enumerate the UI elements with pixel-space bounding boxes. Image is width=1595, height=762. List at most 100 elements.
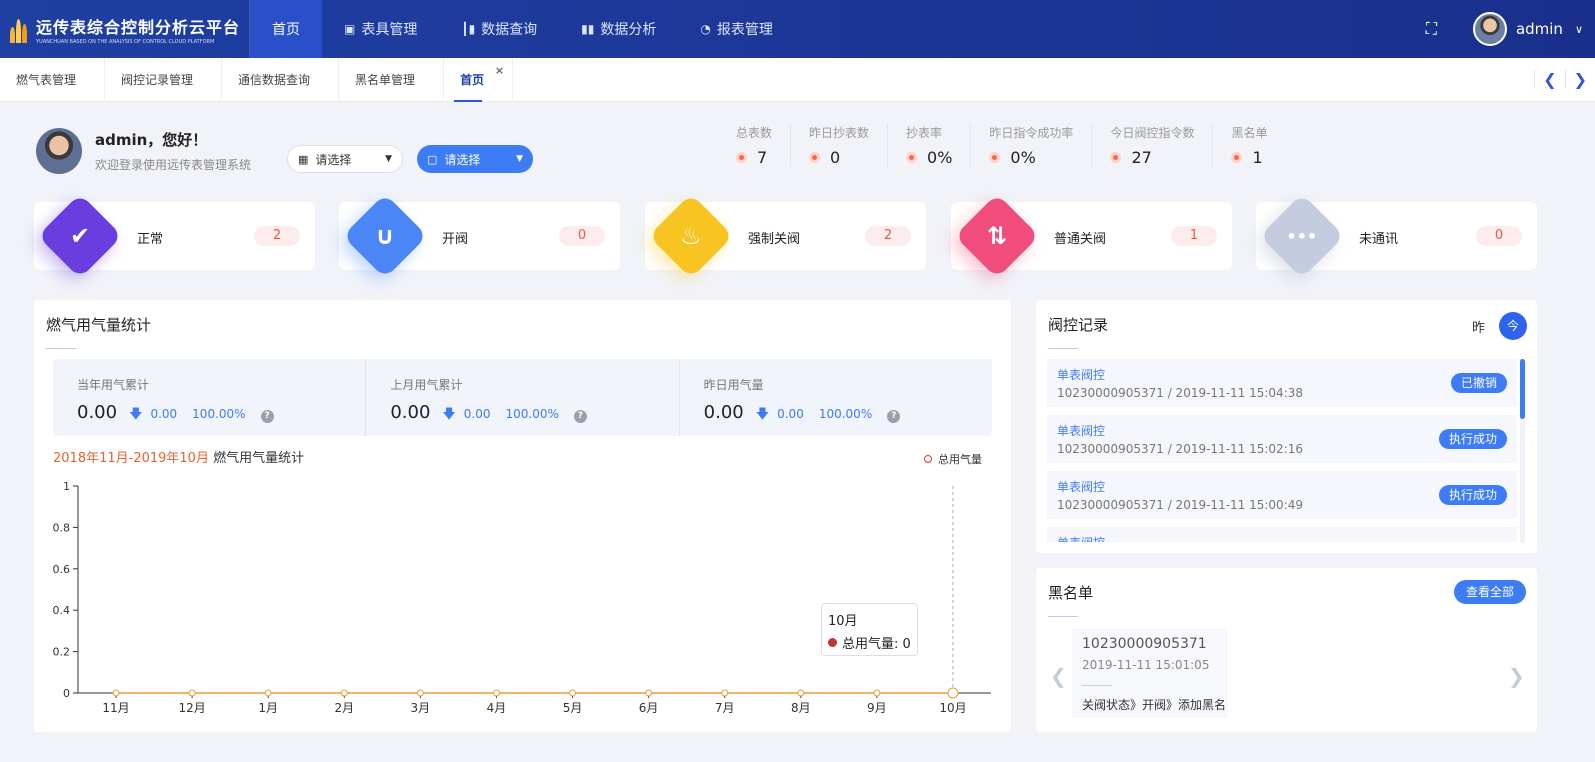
view-all-button[interactable]: 查看全部 bbox=[1453, 580, 1526, 604]
top-navbar: 远传表综合控制分析云平台 YUANCHUAN BASED ON THE ANAL… bbox=[0, 0, 1595, 58]
data-point bbox=[188, 689, 196, 697]
tab-communication-query[interactable]: 通信数据查询 bbox=[222, 57, 340, 102]
status-card-label: 正常 bbox=[137, 232, 164, 247]
status-dot-icon bbox=[736, 152, 747, 163]
logo: 远传表综合控制分析云平台 YUANCHUAN BASED ON THE ANAL… bbox=[0, 0, 250, 58]
tab-home[interactable]: 首页 × bbox=[444, 57, 514, 102]
status-dot-icon bbox=[1231, 152, 1243, 163]
welcome-block: admin，您好！ 欢迎登录使用远传表管理系统 bbox=[36, 128, 251, 174]
record-name[interactable]: 单表阀控 bbox=[1057, 534, 1507, 542]
legend-label: 总用气量 bbox=[938, 453, 982, 466]
logo-title: 远传表综合控制分析云平台 bbox=[36, 17, 241, 37]
list-item[interactable]: 单表阀控 10230000905371 / 2019-11-11 15:04:3… bbox=[1047, 359, 1517, 407]
close-icon[interactable]: × bbox=[495, 64, 504, 77]
x-tick-label: 7月 bbox=[715, 701, 735, 715]
data-point bbox=[873, 689, 881, 697]
scrollbar[interactable] bbox=[1520, 359, 1525, 543]
status-card-normal[interactable]: ✔ 正常 2 bbox=[34, 193, 315, 279]
summary-label: 昨日用气量 bbox=[703, 378, 764, 392]
help-icon[interactable]: ? bbox=[887, 410, 901, 423]
chevron-left-icon[interactable]: ❮ bbox=[1050, 664, 1067, 688]
tooltip-month: 10月 bbox=[828, 614, 858, 629]
y-tick-label: 0 bbox=[63, 687, 70, 700]
summary-label: 当年用气累计 bbox=[77, 378, 150, 392]
x-tick-label: 8月 bbox=[791, 701, 811, 715]
chart-legend[interactable]: 总用气量 bbox=[924, 451, 982, 467]
stat-yesterday-reads: 昨日抄表数 0 bbox=[791, 124, 889, 167]
stat-value: 0 bbox=[830, 148, 841, 167]
help-icon[interactable]: ? bbox=[573, 410, 587, 423]
divider bbox=[1082, 685, 1112, 686]
open-tabs-bar: 燃气表管理 阀控记录管理 通信数据查询 黑名单管理 首页 × ❮ ❯ bbox=[0, 57, 1595, 102]
magnet-icon: ∪ bbox=[342, 193, 428, 279]
tab-label: 阀控记录管理 bbox=[121, 73, 194, 87]
tab-gas-meter-management[interactable]: 燃气表管理 bbox=[0, 57, 106, 102]
nav-meter-management[interactable]: ▣ 表具管理 bbox=[322, 0, 439, 58]
chevron-right-icon[interactable]: ❯ bbox=[1564, 70, 1595, 89]
legend-marker-icon bbox=[924, 455, 932, 463]
today-button[interactable]: 今 bbox=[1499, 312, 1527, 340]
stats-row: 总表数 7 昨日抄表数 0 抄表率 0% 昨日指令成功率 0% 今日阀控指令数 … bbox=[718, 124, 1285, 167]
status-card-label: 未通讯 bbox=[1359, 232, 1399, 247]
x-tick-label: 5月 bbox=[563, 701, 583, 715]
chevron-right-icon[interactable]: ❯ bbox=[1508, 664, 1525, 688]
gas-summary-last-month: 上月用气累计 0.00 🡇 0.00 100.00% ? bbox=[366, 359, 680, 436]
panel-title: 燃气用气量统计 bbox=[46, 316, 152, 349]
status-card-no-communication[interactable]: ••• 未通讯 0 bbox=[1256, 193, 1537, 279]
status-card-open[interactable]: ∪ 开阀 0 bbox=[339, 193, 620, 279]
stat-label: 昨日指令成功率 bbox=[989, 126, 1074, 140]
company-select[interactable]: ▦ 请选择 ▼ bbox=[287, 145, 403, 173]
chevron-left-icon[interactable]: ❮ bbox=[1534, 70, 1564, 89]
list-item[interactable]: 单表阀控 10230000905371 / 2019-11-11 15:00:4… bbox=[1047, 471, 1517, 519]
tab-blacklist-management[interactable]: 黑名单管理 bbox=[339, 57, 445, 102]
x-tick-label: 1月 bbox=[258, 701, 278, 715]
summary-value: 0.00 bbox=[703, 402, 744, 423]
avatar bbox=[36, 128, 82, 174]
list-item[interactable]: 单表阀控 10230000905371 / 2019-11-11 15:02:1… bbox=[1047, 415, 1517, 463]
arrow-down-icon: 🡇 bbox=[442, 407, 456, 422]
caret-down-icon: ▼ bbox=[385, 154, 392, 164]
summary-value: 0.00 bbox=[77, 402, 118, 423]
list-item[interactable]: 单表阀控 bbox=[1047, 527, 1517, 542]
x-tick-label: 9月 bbox=[867, 701, 887, 715]
summary-change: 0.00 bbox=[463, 407, 491, 421]
status-card-label: 强制关阀 bbox=[748, 232, 801, 247]
stat-read-rate: 抄表率 0% bbox=[888, 124, 972, 167]
data-point bbox=[264, 689, 272, 697]
scrollbar-thumb[interactable] bbox=[1520, 359, 1525, 419]
area-select[interactable]: ▢ 请选择 ▼ bbox=[417, 145, 533, 173]
chevron-down-icon[interactable]: ∨ bbox=[1575, 23, 1583, 36]
bar-chart-icon: ▮▮ bbox=[581, 22, 595, 36]
status-card-label: 开阀 bbox=[442, 232, 469, 247]
status-card-forced-close[interactable]: ♨ 强制关阀 2 bbox=[645, 193, 926, 279]
caret-down-icon: ▼ bbox=[516, 154, 523, 164]
record-name[interactable]: 单表阀控 bbox=[1057, 366, 1507, 383]
arrow-down-icon: 🡇 bbox=[755, 407, 770, 422]
nav-data-query[interactable]: ┃▮ 数据查询 bbox=[439, 0, 559, 58]
nav-data-analysis[interactable]: ▮▮ 数据分析 bbox=[559, 0, 678, 58]
user-avatar[interactable] bbox=[1472, 12, 1507, 46]
user-name[interactable]: admin bbox=[1516, 20, 1563, 38]
gas-usage-panel: 燃气用气量统计 当年用气累计 0.00 🡇 0.00 100.00% ? 上月用… bbox=[34, 300, 1011, 732]
valve-record-list[interactable]: 单表阀控 10230000905371 / 2019-11-11 15:04:3… bbox=[1047, 359, 1517, 542]
tab-label: 燃气表管理 bbox=[16, 73, 77, 87]
status-card-count: 1 bbox=[1171, 226, 1217, 246]
nav-home[interactable]: 首页 bbox=[250, 0, 322, 58]
x-tick-label: 6月 bbox=[639, 701, 659, 715]
nav-report-management[interactable]: ◔ 报表管理 bbox=[678, 0, 794, 58]
gas-summary: 当年用气累计 0.00 🡇 0.00 100.00% ? 上月用气累计 0.00… bbox=[53, 359, 992, 436]
fullscreen-icon[interactable]: ⛶ bbox=[1426, 19, 1437, 39]
tab-valve-record-management[interactable]: 阀控记录管理 bbox=[105, 57, 223, 102]
building-icon: ▦ bbox=[298, 152, 309, 166]
status-card-count: 2 bbox=[254, 226, 300, 246]
help-icon[interactable]: ? bbox=[260, 410, 274, 423]
status-badge: 已撤销 bbox=[1450, 373, 1507, 393]
yesterday-button[interactable]: 昨 bbox=[1472, 317, 1485, 336]
tab-label: 通信数据查询 bbox=[238, 73, 311, 87]
y-tick-label: 1 bbox=[63, 480, 70, 493]
status-card-normal-close[interactable]: ⇅ 普通关阀 1 bbox=[951, 193, 1232, 279]
nav-report-management-label: 报表管理 bbox=[716, 22, 773, 38]
stat-label: 抄表率 bbox=[906, 126, 943, 140]
stat-label: 总表数 bbox=[736, 126, 773, 140]
status-dot-icon bbox=[1110, 152, 1122, 163]
